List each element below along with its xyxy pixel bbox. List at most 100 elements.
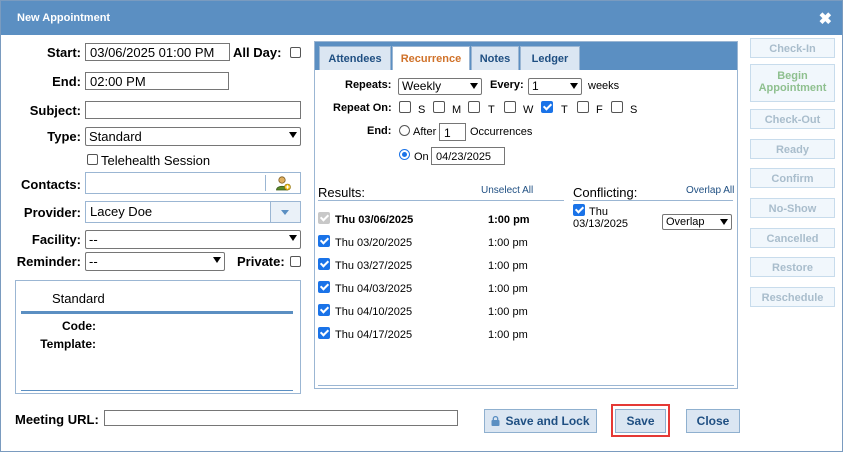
results-title: Results:: [318, 185, 365, 200]
tab-recurrence[interactable]: Recurrence: [392, 46, 470, 70]
day-label-thu: T: [561, 104, 568, 116]
repeats-select[interactable]: Weekly: [398, 78, 482, 95]
end-input[interactable]: 02:00 PM: [85, 72, 229, 90]
type-info-title: Standard: [52, 291, 105, 306]
subject-input[interactable]: [85, 101, 301, 119]
day-checkbox-sat[interactable]: [611, 101, 623, 113]
start-input[interactable]: 03/06/2025 01:00 PM: [85, 43, 230, 61]
telehealth-checkbox[interactable]: [87, 154, 98, 165]
result-checkbox-3[interactable]: [318, 258, 330, 270]
results-divider: [318, 200, 564, 201]
conflict-checkbox-1[interactable]: [573, 204, 585, 216]
after-count-input[interactable]: 1: [439, 123, 466, 141]
confirm-button[interactable]: Confirm: [750, 168, 835, 188]
day-checkbox-sun[interactable]: [399, 101, 411, 113]
repeat-on-label: Repeat On:: [333, 102, 392, 114]
day-checkbox-tue[interactable]: [468, 101, 480, 113]
occurrences-label: Occurrences: [470, 126, 533, 138]
result-date-5: Thu 04/10/2025: [335, 306, 413, 318]
conflict-day-1: Thu: [589, 206, 608, 218]
on-label: On: [414, 151, 429, 163]
close-icon[interactable]: ✖: [819, 9, 832, 29]
check-in-button[interactable]: Check-In: [750, 38, 835, 58]
day-checkbox-mon[interactable]: [433, 101, 445, 113]
every-select-value: 1: [532, 79, 539, 93]
result-checkbox-4[interactable]: [318, 281, 330, 293]
tab-ledger[interactable]: Ledger: [520, 46, 580, 70]
result-time-1: 1:00 pm: [488, 214, 530, 226]
conflicting-divider: [573, 200, 733, 201]
save-and-lock-button[interactable]: Save and Lock: [484, 409, 597, 433]
tab-notes[interactable]: Notes: [471, 46, 519, 70]
results-bottom-divider: [318, 385, 734, 386]
day-checkbox-fri[interactable]: [577, 101, 589, 113]
chevron-down-icon: [213, 257, 221, 263]
day-label-tue: T: [488, 104, 495, 116]
contacts-input[interactable]: [85, 172, 301, 194]
type-info-bottom-divider: [21, 390, 293, 391]
cancelled-button[interactable]: Cancelled: [750, 228, 835, 248]
conflict-date-1: 03/13/2025: [573, 218, 629, 230]
reminder-select-value: --: [89, 254, 98, 269]
day-label-wed: W: [523, 104, 534, 116]
dialog-title: New Appointment: [17, 12, 111, 24]
meeting-url-input[interactable]: [104, 410, 458, 426]
result-time-2: 1:00 pm: [488, 237, 528, 249]
private-checkbox[interactable]: [290, 256, 301, 267]
tab-attendees[interactable]: Attendees: [319, 46, 391, 70]
save-button[interactable]: Save: [615, 409, 666, 433]
overlap-all-link[interactable]: Overlap All: [686, 185, 734, 196]
after-label: After: [413, 126, 437, 138]
result-checkbox-2[interactable]: [318, 235, 330, 247]
all-day-label: All Day:: [233, 45, 282, 60]
telehealth-label: Telehealth Session: [101, 153, 211, 168]
add-contact-icon[interactable]: [275, 175, 291, 191]
result-time-5: 1:00 pm: [488, 306, 528, 318]
reschedule-button[interactable]: Reschedule: [750, 287, 835, 307]
day-checkbox-wed[interactable]: [504, 101, 516, 113]
result-checkbox-1: [318, 212, 330, 224]
appointment-dialog: New Appointment ✖ Start: 03/06/2025 01:0…: [0, 0, 843, 452]
result-date-3: Thu 03/27/2025: [335, 260, 413, 272]
result-date-4: Thu 04/03/2025: [335, 283, 413, 295]
repeats-label: Repeats:: [345, 79, 392, 91]
close-button[interactable]: Close: [686, 409, 740, 433]
reminder-select[interactable]: --: [85, 252, 225, 271]
conflict-action-select[interactable]: Overlap: [662, 214, 732, 230]
provider-label: Provider:: [23, 205, 81, 220]
every-label: Every:: [490, 79, 524, 91]
all-day-checkbox[interactable]: [290, 47, 301, 58]
recurrence-end-label: End:: [367, 125, 392, 137]
result-date-1: Thu 03/06/2025: [335, 214, 414, 226]
result-time-3: 1:00 pm: [488, 260, 528, 272]
meeting-url-label: Meeting URL:: [15, 412, 99, 427]
result-checkbox-6[interactable]: [318, 327, 330, 339]
weeks-label: weeks: [588, 80, 620, 92]
restore-button[interactable]: Restore: [750, 257, 835, 277]
template-label: Template:: [40, 337, 96, 351]
repeats-select-value: Weekly: [402, 79, 442, 93]
facility-select[interactable]: --: [85, 230, 301, 249]
check-out-button[interactable]: Check-Out: [750, 109, 835, 129]
private-label: Private:: [237, 254, 285, 269]
code-label: Code:: [62, 319, 96, 333]
chevron-down-icon: [289, 235, 297, 241]
provider-input[interactable]: Lacey Doe: [85, 201, 271, 223]
no-show-button[interactable]: No-Show: [750, 198, 835, 218]
end-on-radio[interactable]: [399, 149, 410, 160]
end-after-radio[interactable]: [399, 125, 410, 136]
type-select[interactable]: Standard: [85, 127, 301, 146]
unselect-all-link[interactable]: Unselect All: [481, 185, 533, 196]
chevron-down-icon: [570, 83, 578, 89]
result-checkbox-5[interactable]: [318, 304, 330, 316]
subject-label: Subject:: [29, 103, 81, 118]
day-label-sun: S: [418, 104, 426, 116]
begin-appointment-button[interactable]: Begin Appointment: [750, 64, 835, 102]
ready-button[interactable]: Ready: [750, 139, 835, 159]
every-select[interactable]: 1: [528, 78, 582, 95]
contacts-label: Contacts:: [21, 177, 81, 192]
day-checkbox-thu[interactable]: [541, 101, 553, 113]
provider-dropdown-button[interactable]: [271, 201, 301, 223]
end-label: End:: [52, 74, 81, 89]
end-on-date-input[interactable]: 04/23/2025: [431, 147, 505, 165]
